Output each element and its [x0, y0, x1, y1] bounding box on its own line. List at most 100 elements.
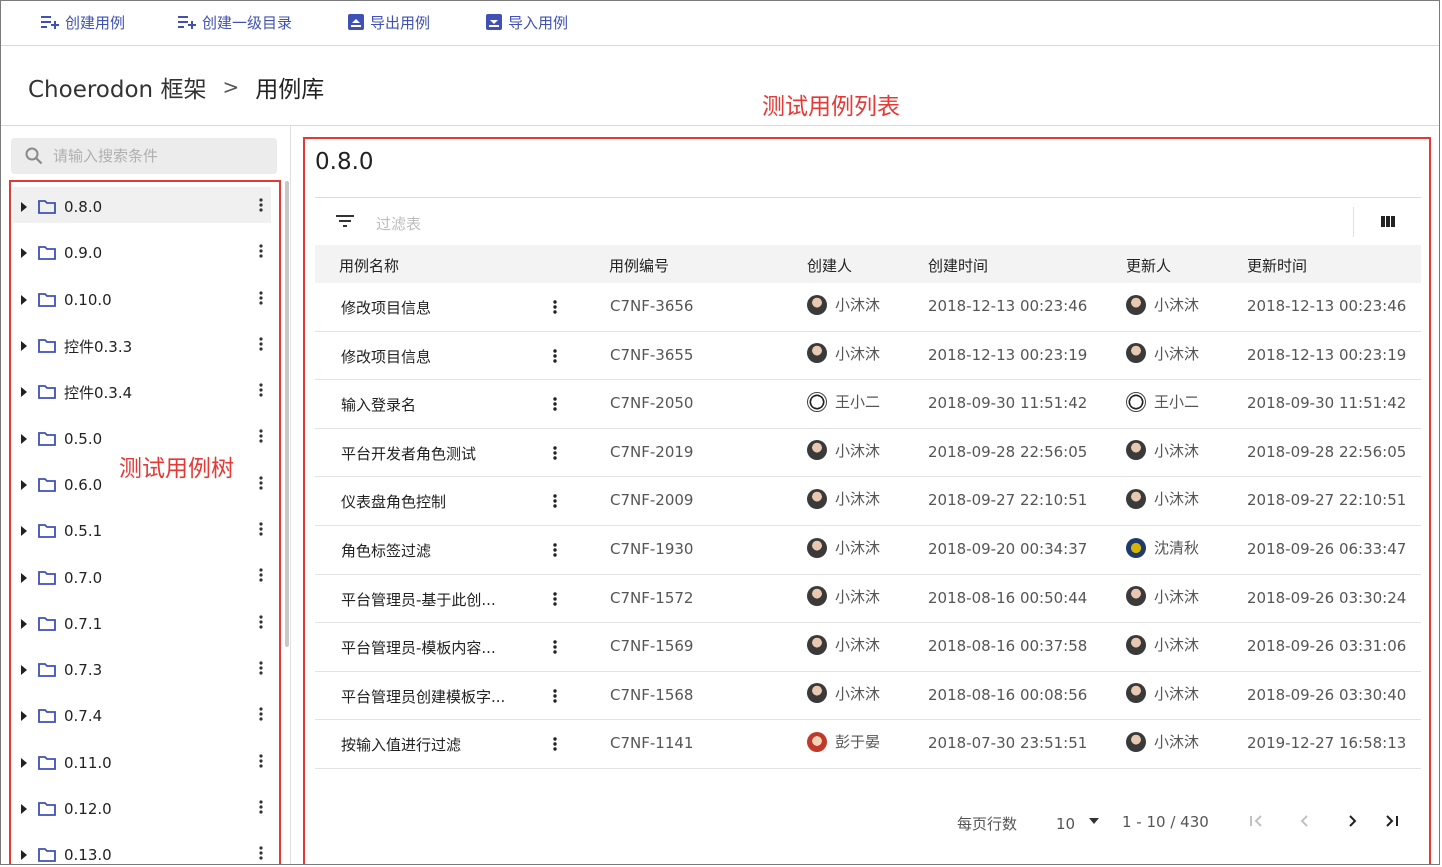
- more-vert-icon[interactable]: [553, 543, 557, 557]
- case-name[interactable]: 平台开发者角色测试: [341, 443, 476, 464]
- caret-right-icon[interactable]: [20, 804, 28, 814]
- more-vert-icon[interactable]: [259, 568, 263, 582]
- tree-node[interactable]: 0.8.0: [13, 184, 275, 230]
- tree-node[interactable]: 0.7.3: [13, 647, 275, 693]
- caret-right-icon[interactable]: [20, 341, 28, 352]
- title-divider: [315, 197, 1421, 198]
- column-header-created[interactable]: 创建时间: [928, 255, 988, 276]
- more-vert-icon[interactable]: [259, 198, 263, 212]
- column-header-updater[interactable]: 更新人: [1126, 255, 1171, 276]
- case-name[interactable]: 按输入值进行过滤: [341, 734, 461, 755]
- column-header-code[interactable]: 用例编号: [609, 255, 669, 276]
- tree-node-label: 0.8.0: [64, 198, 103, 217]
- first-page-icon[interactable]: [1249, 814, 1263, 828]
- more-vert-icon[interactable]: [553, 348, 557, 363]
- case-name[interactable]: 仪表盘角色控制: [341, 491, 446, 512]
- caret-right-icon[interactable]: [20, 433, 28, 444]
- caret-right-icon[interactable]: [20, 294, 28, 305]
- caret-right-icon[interactable]: [20, 202, 28, 213]
- more-vert-icon[interactable]: [553, 494, 557, 509]
- created-time: 2018-09-20 00:34:37: [928, 540, 1088, 558]
- tree-node[interactable]: 控件0.3.4: [13, 369, 275, 415]
- tree-node[interactable]: 0.7.4: [13, 693, 275, 739]
- updater-cell: 沈清秋: [1126, 537, 1199, 558]
- tree-node[interactable]: 控件0.3.3: [13, 323, 275, 369]
- rows-per-page-select[interactable]: 10: [1056, 815, 1100, 833]
- more-vert-icon[interactable]: [259, 753, 263, 768]
- more-vert-icon[interactable]: [553, 446, 557, 460]
- more-vert-icon[interactable]: [259, 244, 263, 258]
- table-row[interactable]: 平台管理员创建模板字... C7NF-1568 小沐沐 2018-08-16 0…: [315, 672, 1421, 721]
- more-vert-icon[interactable]: [259, 476, 263, 490]
- more-vert-icon[interactable]: [553, 640, 557, 654]
- column-header-name[interactable]: 用例名称: [339, 255, 399, 276]
- case-name[interactable]: 输入登录名: [341, 394, 416, 415]
- column-header-updated[interactable]: 更新时间: [1247, 255, 1307, 276]
- case-name[interactable]: 角色标签过滤: [341, 540, 431, 561]
- more-vert-icon[interactable]: [259, 846, 263, 860]
- caret-right-icon[interactable]: [20, 526, 28, 537]
- tree-node[interactable]: 0.13.0: [13, 832, 275, 864]
- table-row[interactable]: 修改项目信息 C7NF-3656 小沐沐 2018-12-13 00:23:46…: [315, 283, 1421, 332]
- case-name[interactable]: 修改项目信息: [341, 297, 431, 318]
- caret-right-icon[interactable]: [20, 757, 28, 768]
- more-vert-icon[interactable]: [259, 383, 263, 397]
- create-case-button[interactable]: 创建用例: [41, 11, 125, 33]
- table-row[interactable]: 平台管理员-基于此创... C7NF-1572 小沐沐 2018-08-16 0…: [315, 575, 1421, 624]
- table-row[interactable]: 仪表盘角色控制 C7NF-2009 小沐沐 2018-09-27 22:10:5…: [315, 477, 1421, 526]
- case-name[interactable]: 平台管理员创建模板字...: [341, 686, 505, 707]
- tree-node[interactable]: 0.10.0: [13, 277, 275, 323]
- caret-right-icon[interactable]: [20, 665, 28, 676]
- more-vert-icon[interactable]: [553, 397, 557, 411]
- search-input[interactable]: [51, 146, 255, 166]
- case-name[interactable]: 平台管理员-基于此创...: [341, 589, 496, 610]
- caret-right-icon[interactable]: [20, 850, 28, 861]
- table-row[interactable]: 按输入值进行过滤 C7NF-1141 彭于晏 2018-07-30 23:51:…: [315, 720, 1421, 769]
- more-vert-icon[interactable]: [259, 661, 263, 675]
- tree-node[interactable]: 0.9.0: [13, 230, 275, 276]
- filter-input[interactable]: 过滤表: [376, 213, 421, 234]
- table-row[interactable]: 输入登录名 C7NF-2050 王小二 2018-09-30 11:51:42 …: [315, 380, 1421, 429]
- caret-right-icon[interactable]: [20, 387, 28, 398]
- next-page-icon[interactable]: [1348, 814, 1358, 828]
- breadcrumb-project[interactable]: Choerodon 框架: [28, 70, 206, 104]
- table-row[interactable]: 平台管理员-模板内容... C7NF-1569 小沐沐 2018-08-16 0…: [315, 623, 1421, 672]
- export-case-button[interactable]: 导出用例: [348, 11, 430, 33]
- more-vert-icon[interactable]: [553, 300, 557, 314]
- caret-right-icon[interactable]: [20, 711, 28, 722]
- prev-page-icon[interactable]: [1299, 814, 1309, 828]
- more-vert-icon[interactable]: [259, 337, 263, 351]
- column-settings-icon[interactable]: [1381, 216, 1395, 227]
- more-vert-icon[interactable]: [259, 290, 263, 305]
- caret-right-icon[interactable]: [20, 248, 28, 259]
- table-row[interactable]: 平台开发者角色测试 C7NF-2019 小沐沐 2018-09-28 22:56…: [315, 429, 1421, 478]
- more-vert-icon[interactable]: [259, 615, 263, 629]
- tree-scrollbar[interactable]: [285, 181, 289, 647]
- more-vert-icon[interactable]: [553, 689, 557, 703]
- creator-cell: 小沐沐: [807, 683, 880, 704]
- folder-icon: [38, 385, 56, 400]
- case-name[interactable]: 修改项目信息: [341, 346, 431, 367]
- create-root-dir-button[interactable]: 创建一级目录: [178, 11, 292, 33]
- more-vert-icon[interactable]: [259, 800, 263, 814]
- tree-node[interactable]: 0.7.1: [13, 601, 275, 647]
- tree-node[interactable]: 0.11.0: [13, 740, 275, 786]
- tree-node[interactable]: 0.5.1: [13, 508, 275, 554]
- import-case-button[interactable]: 导入用例: [486, 11, 568, 33]
- more-vert-icon[interactable]: [259, 522, 263, 536]
- table-row[interactable]: 角色标签过滤 C7NF-1930 小沐沐 2018-09-20 00:34:37…: [315, 526, 1421, 575]
- caret-right-icon[interactable]: [20, 479, 28, 490]
- filter-icon[interactable]: [336, 215, 354, 227]
- more-vert-icon[interactable]: [259, 707, 263, 721]
- column-header-creator[interactable]: 创建人: [807, 255, 852, 276]
- last-page-icon[interactable]: [1385, 814, 1399, 828]
- case-name[interactable]: 平台管理员-模板内容...: [341, 637, 496, 658]
- more-vert-icon[interactable]: [553, 737, 557, 752]
- caret-right-icon[interactable]: [20, 618, 28, 629]
- caret-right-icon[interactable]: [20, 572, 28, 583]
- tree-node[interactable]: 0.7.0: [13, 554, 275, 600]
- more-vert-icon[interactable]: [553, 591, 557, 606]
- more-vert-icon[interactable]: [259, 429, 263, 444]
- tree-node[interactable]: 0.12.0: [13, 786, 275, 832]
- table-row[interactable]: 修改项目信息 C7NF-3655 小沐沐 2018-12-13 00:23:19…: [315, 332, 1421, 381]
